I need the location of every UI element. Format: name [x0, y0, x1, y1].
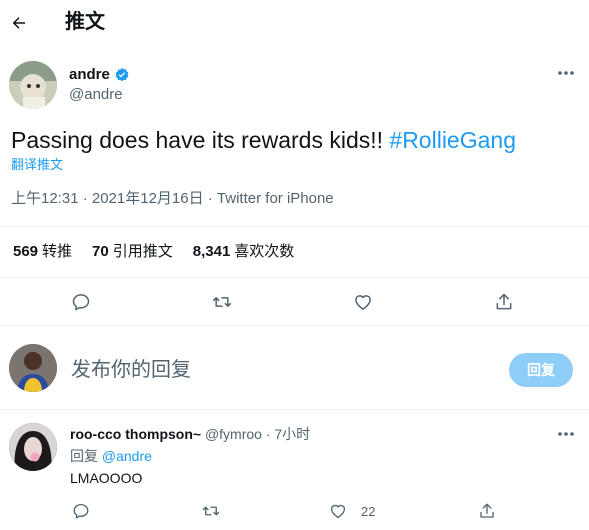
tweet-stats: 569 转推 70 引用推文 8,341 喜欢次数: [13, 243, 294, 261]
replying-prefix: 回复: [70, 448, 102, 464]
stat-label: 喜欢次数: [234, 243, 295, 260]
tweet-timestamp[interactable]: 上午12:31 · 2021年12月16日 · Twitter for iPho…: [11, 190, 334, 208]
reply-author-avatar[interactable]: [9, 423, 57, 471]
divider: [0, 277, 589, 278]
reply-time[interactable]: · 7小时: [262, 426, 310, 442]
mention-link[interactable]: @andre: [102, 448, 152, 464]
replying-to: 回复 @andre: [70, 448, 152, 465]
stat-count: 569: [13, 243, 39, 260]
reply-text: LMAOOOO: [70, 470, 143, 486]
retweet-icon: [211, 292, 233, 312]
stat-count: 8,341: [192, 243, 231, 260]
divider: [0, 325, 589, 326]
stat-count: 70: [92, 243, 109, 260]
divider: [0, 226, 589, 227]
reply-icon: [72, 502, 90, 520]
reply-icon: [71, 292, 91, 312]
back-button[interactable]: [2, 6, 36, 40]
reply-share-button[interactable]: [475, 499, 499, 523]
tweet-more-button[interactable]: [553, 63, 579, 83]
stat-label: 转推: [42, 243, 73, 260]
tweet-text: Passing does have its rewards kids!! #Ro…: [11, 126, 516, 154]
author-name-row[interactable]: andre: [69, 66, 130, 84]
reply-like-count: 22: [361, 503, 376, 519]
reply-button[interactable]: [69, 290, 93, 314]
reply-more-button[interactable]: [553, 424, 579, 444]
reply-like-button[interactable]: 22: [329, 499, 375, 523]
share-button[interactable]: [492, 290, 516, 314]
share-icon: [478, 502, 496, 520]
hashtag-link[interactable]: #RollieGang: [389, 127, 516, 153]
more-icon: [557, 70, 575, 76]
stat-retweets[interactable]: 569 转推: [13, 243, 72, 261]
retweet-icon: [201, 502, 221, 520]
tweet-body: Passing does have its rewards kids!!: [11, 127, 390, 153]
reply-compose-input[interactable]: 发布你的回复: [71, 358, 191, 382]
submit-reply-button[interactable]: 回复: [509, 353, 573, 387]
reply-reply-button[interactable]: [69, 499, 93, 523]
verified-badge-icon: [114, 67, 130, 83]
back-arrow-icon: [10, 14, 28, 32]
author-avatar[interactable]: [9, 61, 57, 109]
translate-tweet-link[interactable]: 翻译推文: [11, 157, 63, 173]
reply-retweet-button[interactable]: [199, 499, 223, 523]
author-name[interactable]: andre: [69, 66, 110, 84]
like-icon: [353, 292, 373, 312]
reply-author-name[interactable]: roo-cco thompson~: [70, 426, 201, 442]
more-icon: [557, 431, 575, 437]
reply-header: roo-cco thompson~ @fymroo · 7小时: [70, 426, 310, 443]
retweet-button[interactable]: [210, 290, 234, 314]
share-icon: [494, 292, 514, 312]
page-title: 推文: [65, 11, 105, 33]
like-button[interactable]: [351, 290, 375, 314]
current-user-avatar[interactable]: [9, 344, 57, 392]
author-handle[interactable]: @andre: [69, 86, 123, 104]
stat-label: 引用推文: [112, 243, 173, 260]
stat-likes[interactable]: 8,341 喜欢次数: [193, 243, 295, 261]
reply-author-handle[interactable]: @fymroo: [205, 426, 262, 442]
stat-quotes[interactable]: 70 引用推文: [92, 243, 173, 261]
divider: [0, 409, 589, 410]
like-icon: [329, 502, 347, 520]
